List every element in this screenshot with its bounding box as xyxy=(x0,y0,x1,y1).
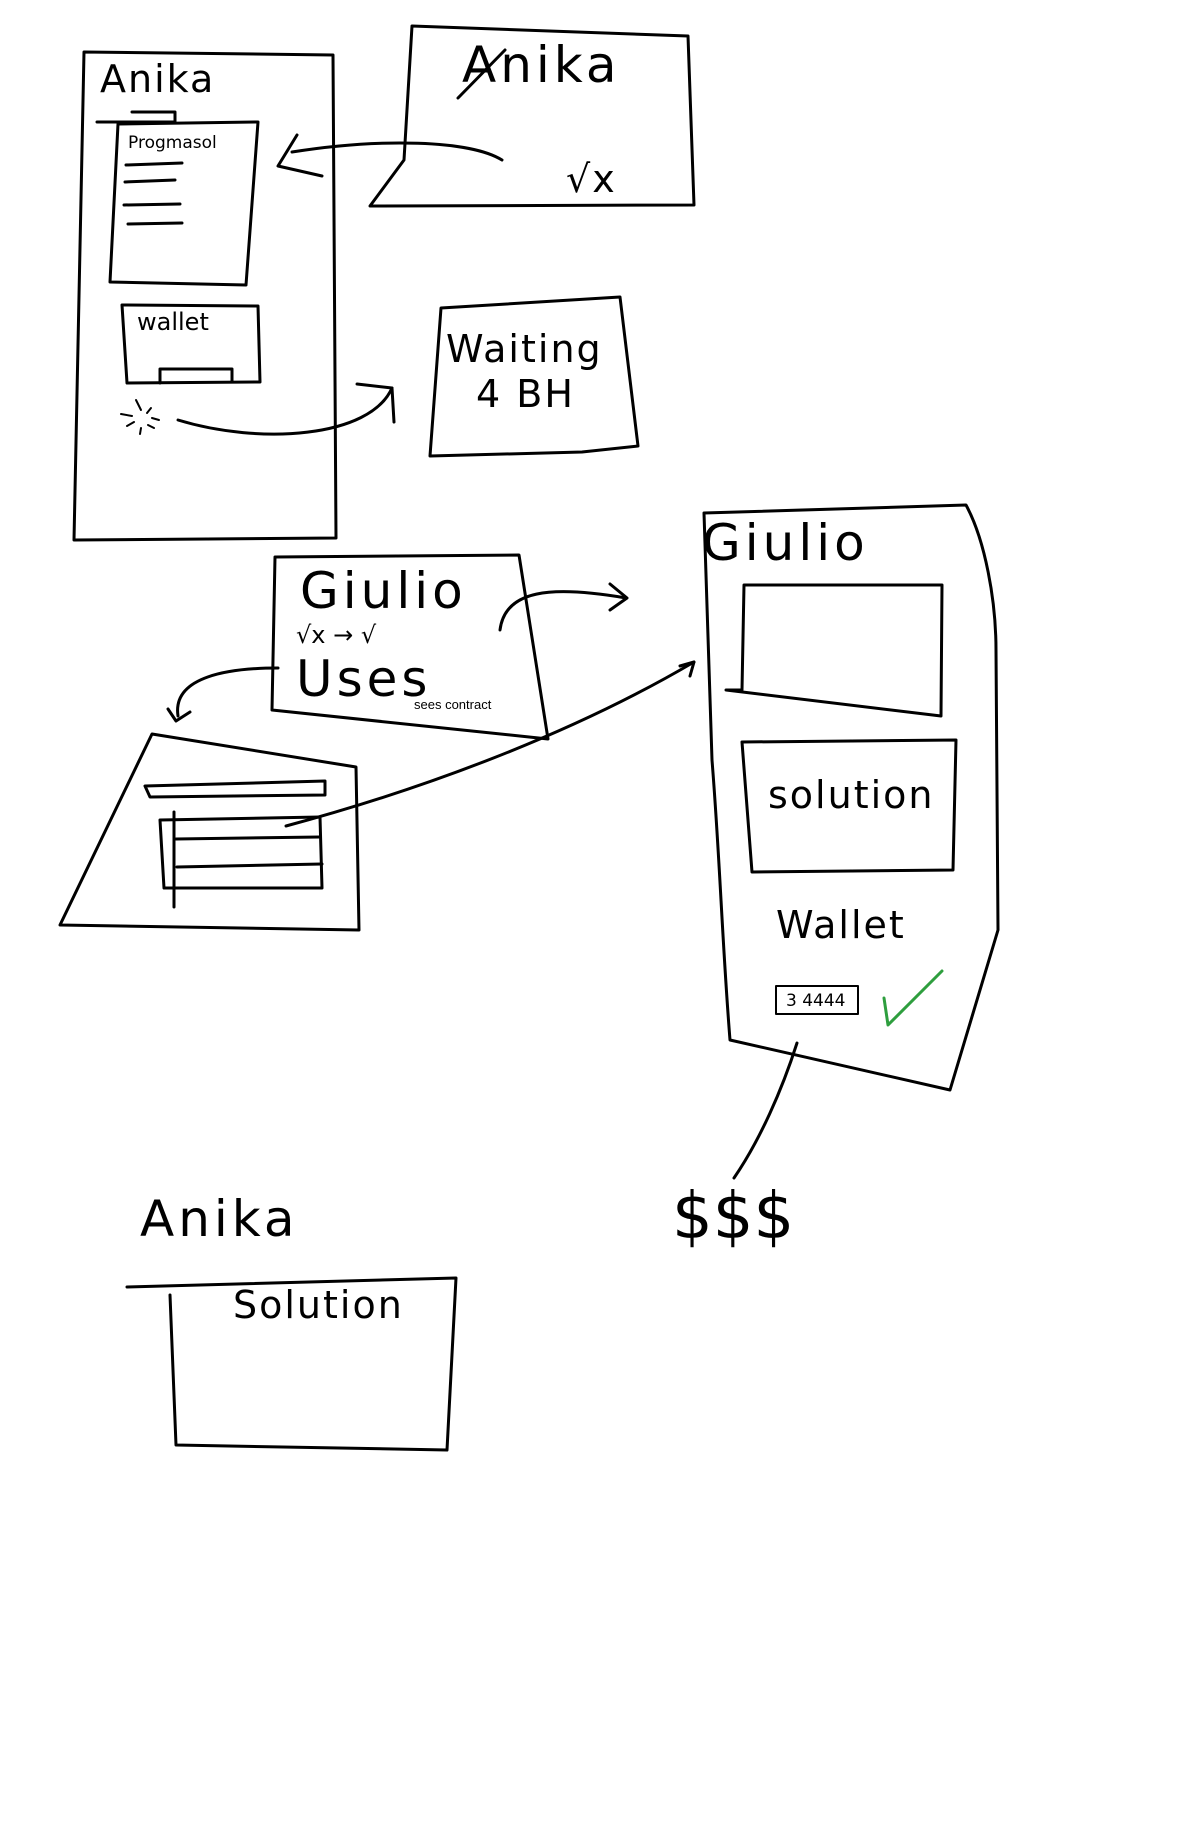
giulio-card: Giulio √x → √ Uses sees contract xyxy=(270,553,550,741)
arrow-wallet-to-payout xyxy=(732,1041,799,1180)
anika-phone-underline xyxy=(95,110,177,124)
giulio-card-title: Giulio xyxy=(300,562,467,620)
arrow-screen-to-panel xyxy=(276,133,504,178)
arrow-spinner-to-waiting xyxy=(176,382,396,436)
giulio-phone-title: Giulio xyxy=(702,514,869,572)
anika-phone-wallet: wallet xyxy=(120,303,262,385)
wallet-amount: 3 4444 xyxy=(786,991,845,1011)
payout-symbol: $$$ xyxy=(672,1180,794,1254)
anika-bottom-solution: Solution xyxy=(233,1283,404,1327)
arrow-card-to-phone xyxy=(498,582,629,632)
giulio-phone-solution-panel: solution xyxy=(740,738,958,874)
giulio-phone: Giulio solution Wallet 3 4444 xyxy=(702,503,1000,1092)
anika-screen: Anika √x xyxy=(368,24,696,208)
giulio-card-uses: Uses xyxy=(296,650,431,708)
waiting-duration: 4 BH xyxy=(476,372,575,416)
sketch-canvas: Anika Progmasol wallet Anika √x Waiting … xyxy=(58,24,1000,1452)
anika-bottom-title: Anika xyxy=(140,1190,299,1248)
giulio-phone-display xyxy=(724,583,944,718)
anika-solution-view: Anika Solution xyxy=(125,1190,458,1452)
anika-phone: Anika Progmasol wallet xyxy=(72,50,338,542)
waiting-label: Waiting xyxy=(446,327,603,371)
anika-phone-panel-label: Progmasol xyxy=(128,133,217,153)
anika-phone-panel: Progmasol xyxy=(108,120,260,287)
anika-screen-title: Anika xyxy=(462,36,621,94)
anika-phone-title: Anika xyxy=(100,57,215,101)
giulio-card-formula: √x → √ xyxy=(296,621,377,649)
contract-body xyxy=(158,815,324,890)
spinner-icon xyxy=(120,399,160,435)
giulio-card-note: sees contract xyxy=(414,697,492,712)
contract-header-bar xyxy=(143,779,327,799)
contract-sheet xyxy=(58,732,361,932)
giulio-phone-solution-label: solution xyxy=(768,773,934,817)
checkmark-icon xyxy=(882,969,944,1027)
arrow-uses-to-sheet xyxy=(166,666,280,723)
anika-phone-wallet-label: wallet xyxy=(137,308,209,336)
giulio-phone-wallet-label: Wallet xyxy=(776,903,906,947)
giulio-phone-wallet: Wallet 3 4444 xyxy=(775,903,944,1027)
anika-screen-symbol: √x xyxy=(566,157,617,201)
waiting-card: Waiting 4 BH xyxy=(428,295,640,458)
